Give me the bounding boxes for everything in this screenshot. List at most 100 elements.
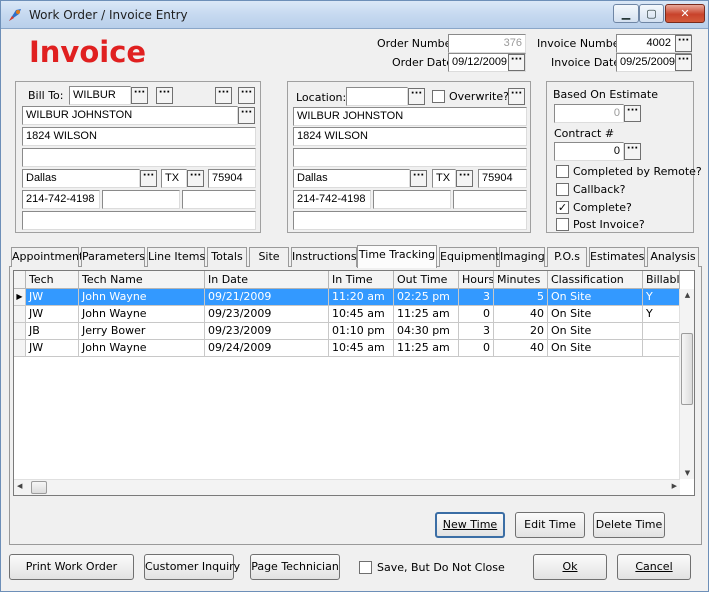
cell-in-time[interactable]: 01:10 pm: [329, 323, 394, 340]
cell-in-date[interactable]: 09/21/2009: [205, 289, 329, 306]
location-address2-field[interactable]: [293, 148, 527, 167]
location-phone-field[interactable]: 214-742-4198: [293, 190, 371, 209]
column-header-billable[interactable]: Billable: [643, 271, 680, 289]
tab-totals[interactable]: Totals: [207, 247, 247, 267]
cell-hours[interactable]: 3: [459, 323, 494, 340]
based-on-estimate-field[interactable]: 0: [554, 104, 624, 123]
bill-to-lookup-button[interactable]: ···: [131, 87, 148, 104]
scroll-down-icon[interactable]: ▼: [682, 469, 693, 477]
cell-in-time[interactable]: 10:45 am: [329, 340, 394, 357]
cell-classification[interactable]: On Site: [548, 306, 643, 323]
bill-to-name-button[interactable]: ···: [238, 107, 255, 124]
location-phone2-field[interactable]: [373, 190, 451, 209]
cell-tech-name[interactable]: John Wayne: [79, 340, 205, 357]
bill-to-extra-field[interactable]: [22, 211, 256, 230]
contract-field[interactable]: 0: [554, 142, 624, 161]
bill-to-city-button[interactable]: ···: [140, 170, 157, 187]
cell-tech[interactable]: JW: [26, 340, 79, 357]
cell-out-time[interactable]: 04:30 pm: [394, 323, 459, 340]
order-date-picker-button[interactable]: ···: [508, 54, 525, 71]
customer-inquiry-button[interactable]: Customer Inquiry: [144, 554, 240, 580]
cell-hours[interactable]: 3: [459, 289, 494, 306]
bill-to-copy-button[interactable]: ···: [215, 87, 232, 104]
close-button[interactable]: ✕: [665, 4, 705, 23]
page-technician-button[interactable]: Page Technician: [250, 554, 340, 580]
tab-instructions[interactable]: Instructions: [291, 247, 357, 267]
column-header-classification[interactable]: Classification: [548, 271, 643, 289]
cell-in-date[interactable]: 09/23/2009: [205, 323, 329, 340]
vertical-scroll-thumb[interactable]: [681, 333, 693, 405]
bill-to-code-field[interactable]: WILBUR: [69, 86, 131, 105]
location-name-field[interactable]: WILBUR JOHNSTON: [293, 107, 527, 126]
cell-in-date[interactable]: 09/24/2009: [205, 340, 329, 357]
ok-button[interactable]: Ok: [533, 554, 607, 580]
tab-analysis[interactable]: Analysis: [647, 247, 699, 267]
column-header-tech[interactable]: Tech: [26, 271, 79, 289]
cell-billable[interactable]: Y: [643, 306, 680, 323]
column-header-tech-name[interactable]: Tech Name: [79, 271, 205, 289]
location-phone3-field[interactable]: [453, 190, 527, 209]
cell-in-date[interactable]: 09/23/2009: [205, 306, 329, 323]
bill-to-phone-field[interactable]: 214-742-4198: [22, 190, 100, 209]
table-row[interactable]: JW John Wayne 09/24/2009 10:45 am 11:25 …: [14, 340, 680, 357]
location-address1-field[interactable]: 1824 WILSON: [293, 127, 527, 146]
time-tracking-grid[interactable]: Tech Tech Name In Date In Time Out Time …: [13, 270, 695, 496]
location-state-button[interactable]: ···: [456, 170, 473, 187]
cell-minutes[interactable]: 20: [494, 323, 548, 340]
cell-billable[interactable]: Y: [643, 289, 680, 306]
cell-out-time[interactable]: 11:25 am: [394, 340, 459, 357]
cell-minutes[interactable]: 40: [494, 306, 548, 323]
column-header-in-time[interactable]: In Time: [329, 271, 394, 289]
location-city-field[interactable]: Dallas: [293, 169, 410, 188]
cell-tech-name[interactable]: John Wayne: [79, 306, 205, 323]
column-header-in-date[interactable]: In Date: [205, 271, 329, 289]
contract-lookup-button[interactable]: ···: [624, 143, 641, 160]
cell-tech[interactable]: JW: [26, 289, 79, 306]
vertical-scrollbar[interactable]: ▲ ▼: [679, 289, 694, 479]
location-code-field[interactable]: [346, 87, 408, 106]
cell-classification[interactable]: On Site: [548, 289, 643, 306]
tab-time-tracking[interactable]: Time Tracking: [357, 245, 437, 268]
callback-checkbox[interactable]: [556, 183, 569, 196]
overwrite-checkbox[interactable]: [432, 90, 445, 103]
new-time-button[interactable]: New Time: [435, 512, 505, 538]
tab-line-items[interactable]: Line Items: [147, 247, 205, 267]
bill-to-address2-field[interactable]: [22, 148, 256, 167]
based-on-estimate-lookup-button[interactable]: ···: [624, 105, 641, 122]
tab-equipment[interactable]: Equipment: [439, 247, 500, 267]
table-row[interactable]: JB Jerry Bower 09/23/2009 01:10 pm 04:30…: [14, 323, 680, 340]
complete-checkbox[interactable]: ✓: [556, 201, 569, 214]
horizontal-scrollbar[interactable]: ◀ ▶: [14, 479, 680, 495]
bill-to-state-button[interactable]: ···: [187, 170, 204, 187]
location-city-button[interactable]: ···: [410, 170, 427, 187]
cell-hours[interactable]: 0: [459, 340, 494, 357]
table-row[interactable]: ▶ JW John Wayne 09/21/2009 11:20 am 02:2…: [14, 289, 680, 306]
tab-appointment[interactable]: Appointment: [11, 247, 83, 267]
bill-to-zip-field[interactable]: 75904: [208, 169, 256, 188]
scroll-right-icon[interactable]: ▶: [672, 482, 677, 490]
invoice-number-lookup-button[interactable]: ···: [675, 35, 692, 52]
post-invoice-checkbox[interactable]: [556, 218, 569, 231]
minimize-button[interactable]: ▁: [613, 4, 639, 23]
table-row[interactable]: JW John Wayne 09/23/2009 10:45 am 11:25 …: [14, 306, 680, 323]
location-extra-field[interactable]: [293, 211, 527, 230]
delete-time-button[interactable]: Delete Time: [593, 512, 665, 538]
cell-in-time[interactable]: 11:20 am: [329, 289, 394, 306]
column-header-out-time[interactable]: Out Time: [394, 271, 459, 289]
cancel-button[interactable]: Cancel: [617, 554, 691, 580]
cell-tech-name[interactable]: John Wayne: [79, 289, 205, 306]
cell-hours[interactable]: 0: [459, 306, 494, 323]
order-number-field[interactable]: 376: [448, 34, 526, 53]
cell-in-time[interactable]: 10:45 am: [329, 306, 394, 323]
cell-billable[interactable]: [643, 323, 680, 340]
scroll-left-icon[interactable]: ◀: [17, 482, 22, 490]
cell-tech[interactable]: JW: [26, 306, 79, 323]
cell-out-time[interactable]: 11:25 am: [394, 306, 459, 323]
horizontal-scroll-thumb[interactable]: [31, 481, 47, 494]
maximize-button[interactable]: ▢: [639, 4, 664, 23]
bill-to-phone3-field[interactable]: [182, 190, 256, 209]
tab-site[interactable]: Site: [249, 247, 289, 267]
bill-to-address1-field[interactable]: 1824 WILSON: [22, 127, 256, 146]
column-header-hours[interactable]: Hours: [459, 271, 494, 289]
cell-minutes[interactable]: 40: [494, 340, 548, 357]
